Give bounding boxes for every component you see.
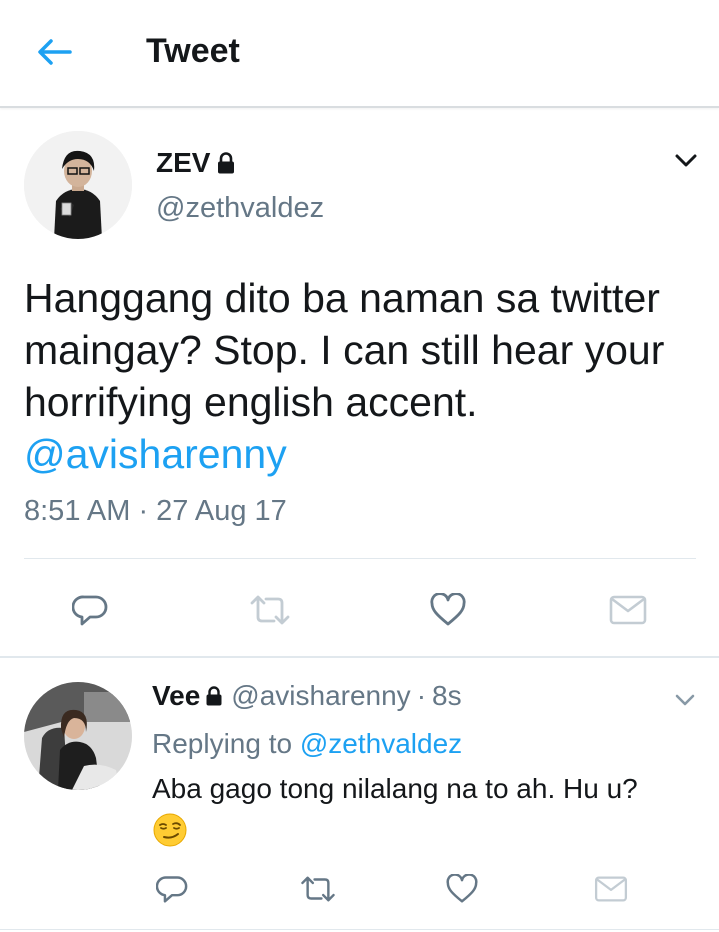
chevron-down-icon bbox=[675, 694, 695, 706]
retweet-icon bbox=[301, 876, 335, 902]
direct-message-button[interactable] bbox=[592, 871, 630, 907]
replying-to-line: Replying to @zethvaldez bbox=[152, 726, 462, 762]
divider bbox=[0, 929, 719, 930]
smirking-face-emoji bbox=[152, 812, 188, 848]
lock-icon bbox=[218, 152, 235, 174]
direct-message-button[interactable] bbox=[607, 590, 649, 630]
author-handle[interactable]: @zethvaldez bbox=[156, 190, 324, 226]
like-button[interactable] bbox=[444, 871, 480, 907]
tweet-text: Hanggang dito ba naman sa twitter mainga… bbox=[24, 272, 694, 480]
reply-icon bbox=[156, 876, 188, 903]
author-name-row: ZEV bbox=[156, 146, 236, 180]
top-app-bar: Tweet bbox=[0, 0, 719, 108]
lock-icon bbox=[205, 685, 223, 707]
tweet-mention-link[interactable]: @avisharenny bbox=[24, 431, 287, 477]
section-divider bbox=[0, 656, 719, 658]
retweet-icon bbox=[250, 595, 290, 625]
reply-button[interactable] bbox=[70, 590, 110, 630]
reply-text: Aba gago tong nilalang na to ah. Hu u? bbox=[152, 773, 638, 804]
direct-message-icon bbox=[609, 595, 647, 625]
reply-header: Vee @avisharenny · 8s bbox=[152, 678, 462, 714]
chevron-down-icon bbox=[675, 154, 697, 167]
arrow-left-icon bbox=[38, 39, 72, 65]
avatar-image bbox=[24, 131, 132, 239]
reply-icon bbox=[72, 595, 108, 626]
tweet-text-body: Hanggang dito ba naman sa twitter mainga… bbox=[24, 275, 665, 425]
tweet-timestamp[interactable]: 8:51 AM · 27 Aug 17 bbox=[24, 492, 287, 530]
divider bbox=[24, 558, 696, 559]
separator-dot: · bbox=[416, 680, 427, 711]
avatar-image bbox=[24, 682, 132, 790]
direct-message-icon bbox=[594, 876, 628, 902]
retweet-button[interactable] bbox=[298, 871, 338, 907]
like-button[interactable] bbox=[428, 590, 468, 630]
reply-button[interactable] bbox=[154, 871, 190, 907]
reply-options-button[interactable] bbox=[670, 686, 700, 714]
author-name[interactable]: ZEV bbox=[156, 146, 210, 180]
like-icon bbox=[446, 874, 478, 903]
reply-author-name[interactable]: Vee bbox=[152, 678, 200, 714]
replying-to-prefix: Replying to bbox=[152, 728, 300, 759]
retweet-button[interactable] bbox=[248, 590, 292, 630]
avatar[interactable] bbox=[24, 682, 132, 790]
like-icon bbox=[430, 593, 466, 626]
avatar[interactable] bbox=[24, 131, 132, 239]
reply-author-handle[interactable]: @avisharenny bbox=[231, 678, 410, 714]
tweet-options-button[interactable] bbox=[670, 146, 702, 176]
page-title: Tweet bbox=[146, 32, 240, 70]
reply-timestamp[interactable]: 8s bbox=[432, 678, 462, 714]
back-button[interactable] bbox=[30, 30, 78, 74]
replying-to-mention-link[interactable]: @zethvaldez bbox=[300, 728, 462, 759]
